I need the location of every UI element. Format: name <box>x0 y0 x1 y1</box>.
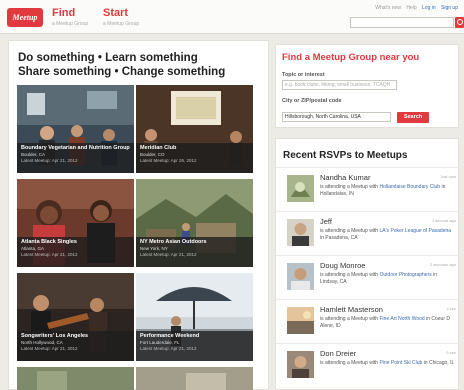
tile-date: Latest Meetup: Apr 21, 2012 <box>21 157 78 163</box>
tile-date: Latest Meetup: Apr 21, 2012 <box>21 251 78 257</box>
signup-link[interactable]: Sign up <box>441 5 458 11</box>
rsvps-title: Recent RSVPs to Meetups <box>283 150 408 161</box>
top-header: Meetup Find a Meetup Group Start a Meetu… <box>0 0 464 34</box>
group-tile[interactable]: NY Metro Asian Outdoors New York, NY Lat… <box>136 179 253 267</box>
avatar[interactable] <box>287 351 314 378</box>
rsvp-text: is attending a Meetup with <box>320 272 380 278</box>
rsvp-group-link[interactable]: LA's Poker League of Pasadena <box>379 228 451 234</box>
tile-caption: Songwriters' Los Angeles North Hollywood… <box>17 331 134 361</box>
rsvp-time: 4 sec <box>446 306 456 311</box>
rsvp-item: Doug Monroe 2 seconds ago is attending a… <box>276 255 460 299</box>
group-tile[interactable]: Boundary Vegetarian and Nutrition Group … <box>17 85 134 173</box>
tile-caption: Boundary Vegetarian and Nutrition Group … <box>17 143 134 173</box>
group-tile[interactable]: Performance Weekend Fort Lauderdale, FL … <box>136 273 253 361</box>
tile-caption: Meridian Club Boulder, CO Latest Meetup:… <box>136 143 253 173</box>
group-tile-partial[interactable] <box>136 367 253 390</box>
rsvp-text: is attending a Meetup with <box>320 228 380 234</box>
recent-rsvps-panel: Recent RSVPs to Meetups Nandha Kumar Jus… <box>275 138 460 390</box>
topic-label: Topic or interest <box>282 72 325 78</box>
rsvp-location: in Chicago, IL <box>422 360 455 366</box>
rsvp-time: Just now <box>440 174 456 179</box>
featured-groups-panel: Do something • Learn something Share som… <box>8 40 269 390</box>
tile-title[interactable]: Boundary Vegetarian and Nutrition Group <box>21 145 130 152</box>
group-tile[interactable]: Songwriters' Los Angeles North Hollywood… <box>17 273 134 361</box>
rsvp-location: in Pasadena, CA <box>320 234 358 241</box>
hero-tagline: Do something • Learn something Share som… <box>18 51 225 79</box>
rsvp-description: is attending a Meetup with Outdoor Photo… <box>320 272 456 285</box>
rsvp-description: is attending a Meetup with Fine Art Nort… <box>320 316 456 329</box>
city-label: City or ZIP/postal code <box>282 98 342 104</box>
find-meetup-panel: Find a Meetup Group near you Topic or in… <box>275 44 459 128</box>
rsvp-text: is attending a Meetup with <box>320 184 380 190</box>
nav-start-label: Start <box>103 7 129 19</box>
help-link[interactable]: Help <box>406 5 416 11</box>
tile-date: Latest Meetup: Apr 21, 2012 <box>21 345 78 351</box>
rsvp-item: Jeff 1 second ago is attending a Meetup … <box>276 211 460 255</box>
avatar[interactable] <box>287 219 314 246</box>
tile-caption: NY Metro Asian Outdoors New York, NY Lat… <box>136 237 253 267</box>
rsvp-time: 2 seconds ago <box>429 262 456 267</box>
rsvp-time: 1 second ago <box>431 218 456 223</box>
group-tile-partial[interactable] <box>17 367 134 390</box>
rsvp-description: is attending a Meetup with Pine Point Sk… <box>320 360 456 367</box>
avatar[interactable] <box>287 175 314 202</box>
rsvp-name[interactable]: Doug Monroe <box>320 261 365 270</box>
rsvp-group-link[interactable]: Outdoor Photographers <box>379 272 431 278</box>
rsvp-description: is attending a Meetup with Hollandaise B… <box>320 184 456 197</box>
rsvp-item: Don Dreier 5 sec is attending a Meetup w… <box>276 343 460 387</box>
tagline-line-2: Share something • Change something <box>18 66 226 78</box>
rsvp-time: 5 sec <box>446 350 456 355</box>
avatar[interactable] <box>287 307 314 334</box>
tile-caption: Performance Weekend Fort Lauderdale, FL … <box>136 331 253 361</box>
rsvp-name[interactable]: Don Dreier <box>320 349 356 358</box>
nav-start-sublabel: a Meetup Group <box>103 21 140 27</box>
nav-find[interactable]: Find a Meetup Group <box>52 7 88 27</box>
tile-date: Latest Meetup: Apr 21, 2012 <box>140 345 197 351</box>
group-photo <box>136 367 253 390</box>
whats-new-link[interactable]: What's new <box>375 5 401 11</box>
find-title: Find a Meetup Group near you <box>282 52 420 63</box>
rsvp-name[interactable]: Hamlett Masterson <box>320 305 383 314</box>
rsvp-name[interactable]: Jeff <box>320 217 332 226</box>
group-tile[interactable]: Atlanta Black Singles Atlanta, GA Latest… <box>17 179 134 267</box>
search-button[interactable]: Search <box>397 112 429 123</box>
top-links: What's new Help Log in Sign up <box>371 5 458 11</box>
tile-caption: Atlanta Black Singles Atlanta, GA Latest… <box>17 237 134 267</box>
rsvp-group-link[interactable]: Fine Art North Wood <box>379 316 424 322</box>
avatar[interactable] <box>287 263 314 290</box>
city-input[interactable]: Hillsborough, North Carolina, USA <box>282 112 391 122</box>
rsvp-text: is attending a Meetup with <box>320 360 380 366</box>
rsvp-name[interactable]: Nandha Kumar <box>320 173 370 182</box>
tagline-line-1: Do something • Learn something <box>18 52 198 64</box>
search-icon[interactable] <box>455 17 464 28</box>
rsvp-text: is attending a Meetup with <box>320 316 380 322</box>
rsvp-description: is attending a Meetup with LA's Poker Le… <box>320 228 456 241</box>
rsvp-item: Hamlett Masterson 4 sec is attending a M… <box>276 299 460 343</box>
login-link[interactable]: Log in <box>422 5 436 11</box>
nav-find-sublabel: a Meetup Group <box>52 21 89 27</box>
group-photo <box>17 367 134 390</box>
nav-find-label: Find <box>52 7 76 19</box>
rsvp-item: Nandha Kumar Just now is attending a Mee… <box>276 167 460 211</box>
meetup-logo[interactable]: Meetup <box>7 8 43 27</box>
topic-input[interactable]: e.g. book clubs, hiking, small business,… <box>282 80 397 90</box>
nav-start[interactable]: Start a Meetup Group <box>103 7 139 27</box>
rsvp-group-link[interactable]: Hollandaise Boundary Club <box>379 184 440 190</box>
rsvp-group-link[interactable]: Pine Point Ski Club <box>379 360 422 366</box>
tile-date: Latest Meetup: Apr 21, 2012 <box>140 251 197 257</box>
header-search-input[interactable] <box>350 17 454 28</box>
tile-date: Latest Meetup: Apr 26, 2012 <box>140 157 197 163</box>
group-tile[interactable]: Meridian Club Boulder, CO Latest Meetup:… <box>136 85 253 173</box>
